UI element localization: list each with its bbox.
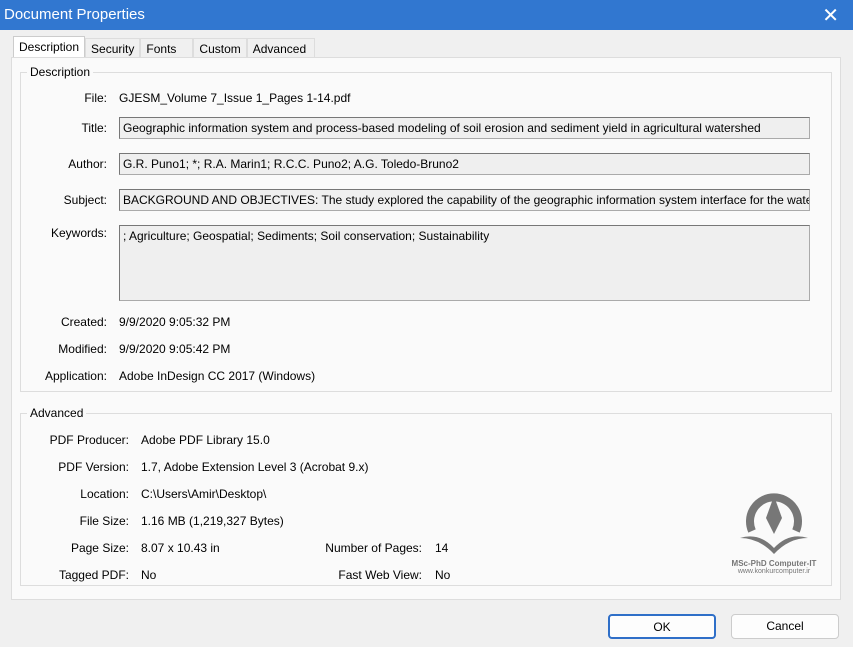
tagged-label: Tagged PDF:: [58, 568, 129, 582]
watermark-line1: MSc-PhD Computer-IT: [731, 559, 817, 568]
tab-description[interactable]: Description: [13, 36, 86, 58]
created-value: 9/9/2020 9:05:32 PM: [119, 315, 231, 329]
tab-bar: Description Security Fonts Custom Advanc…: [13, 36, 316, 58]
pages-value: 14: [435, 541, 449, 555]
subject-field[interactable]: BACKGROUND AND OBJECTIVES: The study exp…: [119, 189, 810, 211]
location-value: C:\Users\Amir\Desktop\: [141, 487, 267, 501]
pages-label: Number of Pages:: [325, 541, 422, 555]
tagged-value: No: [141, 568, 157, 582]
keywords-field[interactable]: ; Agriculture; Geospatial; Sediments; So…: [119, 225, 810, 301]
tab-custom[interactable]: Custom: [193, 38, 247, 58]
watermark-line2: www.konkurcomputer.ir: [737, 568, 811, 575]
version-label: PDF Version:: [58, 460, 129, 474]
subject-label: Subject:: [63, 193, 107, 207]
version-value: 1.7, Adobe Extension Level 3 (Acrobat 9.…: [141, 460, 369, 474]
author-field[interactable]: G.R. Puno1; *; R.A. Marin1; R.C.C. Puno2…: [119, 153, 810, 175]
fastweb-label: Fast Web View:: [338, 568, 422, 582]
watermark-logo: MSc-PhD Computer-IT www.konkurcomputer.i…: [724, 486, 824, 575]
keywords-label: Keywords:: [50, 226, 107, 240]
created-label: Created:: [60, 315, 107, 329]
location-label: Location:: [80, 487, 129, 501]
advanced-legend: Advanced: [30, 406, 84, 420]
description-legend: Description: [30, 65, 91, 79]
pagesize-label: Page Size:: [70, 541, 129, 555]
pagesize-value: 8.07 x 10.43 in: [141, 541, 220, 555]
title-bar: Document Properties ✕: [0, 0, 853, 30]
application-label: Application:: [44, 369, 107, 383]
cancel-button[interactable]: Cancel: [731, 614, 839, 639]
window-title: Document Properties: [4, 6, 145, 23]
tab-security[interactable]: Security: [85, 38, 141, 58]
tab-panel: Description File: GJESM_Volume 7_Issue 1…: [11, 57, 841, 600]
application-value: Adobe InDesign CC 2017 (Windows): [119, 369, 316, 383]
tab-advanced[interactable]: Advanced: [246, 38, 316, 58]
filesize-value: 1.16 MB (1,219,327 Bytes): [141, 514, 284, 528]
fastweb-value: No: [435, 568, 451, 582]
author-label: Author:: [68, 157, 107, 171]
producer-value: Adobe PDF Library 15.0: [141, 433, 270, 447]
tab-fonts[interactable]: Fonts: [140, 38, 194, 58]
producer-label: PDF Producer:: [49, 433, 129, 447]
file-label: File:: [84, 91, 107, 105]
filesize-label: File Size:: [79, 514, 129, 528]
title-field[interactable]: Geographic information system and proces…: [119, 117, 810, 139]
modified-label: Modified:: [58, 342, 107, 356]
ok-button[interactable]: OK: [608, 614, 716, 639]
file-value: GJESM_Volume 7_Issue 1_Pages 1-14.pdf: [119, 91, 351, 105]
close-icon[interactable]: ✕: [822, 3, 839, 28]
title-label: Title:: [81, 121, 107, 135]
pen-book-icon: [740, 493, 808, 554]
modified-value: 9/9/2020 9:05:42 PM: [119, 342, 231, 356]
